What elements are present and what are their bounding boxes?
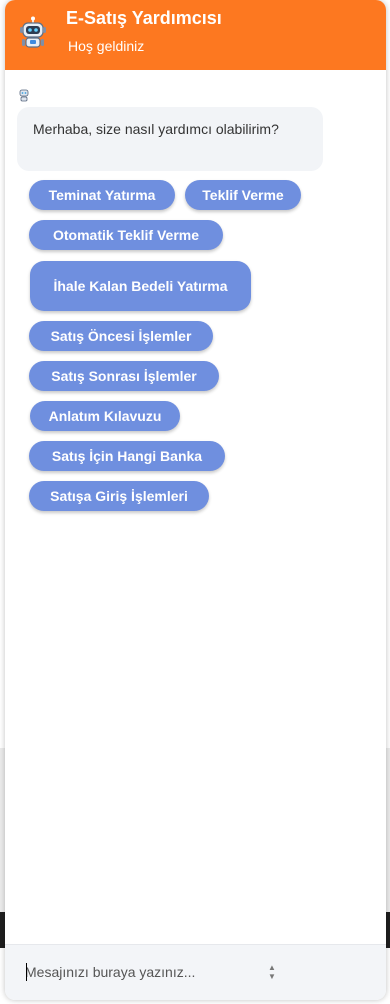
quick-reply-satis-sonrasi-islemler[interactable]: Satış Sonrası İşlemler — [29, 361, 219, 391]
bot-message-text: Merhaba, size nasıl yardımcı olabilirim? — [33, 121, 279, 137]
quick-reply-satisa-giris-islemleri[interactable]: Satışa Giriş İşlemleri — [29, 481, 209, 511]
quick-reply-satis-icin-hangi-banka[interactable]: Satış İçin Hangi Banka — [29, 441, 225, 471]
quick-reply-anlatim-kilavuzu[interactable]: Anlatım Kılavuzu — [30, 401, 180, 431]
chat-widget: E-Satış Yardımcısı Hoş geldiniz Merhaba,… — [5, 0, 386, 1000]
message-list[interactable]: Merhaba, size nasıl yardımcı olabilirim?… — [5, 70, 386, 944]
quick-reply-satis-oncesi-islemler[interactable]: Satış Öncesi İşlemler — [29, 321, 213, 351]
quick-reply-teminat-yatirma[interactable]: Teminat Yatırma — [29, 180, 175, 210]
text-caret — [26, 963, 27, 981]
message-composer: ▲ ▼ — [5, 944, 386, 1000]
message-input[interactable] — [25, 958, 255, 986]
bot-message-icon — [19, 89, 29, 102]
robot-icon — [20, 16, 46, 48]
quick-reply-otomatik-teklif-verme[interactable]: Otomatik Teklif Verme — [29, 220, 223, 250]
bot-message-bubble: Merhaba, size nasıl yardımcı olabilirim? — [17, 107, 323, 171]
quick-reply-ihale-kalan-bedeli-yatirma[interactable]: İhale Kalan Bedeli Yatırma — [30, 261, 251, 311]
chat-subtitle: Hoş geldiniz — [68, 38, 145, 54]
arrow-down-icon: ▼ — [268, 972, 276, 981]
chat-header: E-Satış Yardımcısı Hoş geldiniz — [5, 0, 386, 70]
up-down-arrows-icon[interactable]: ▲ ▼ — [265, 962, 279, 982]
chat-title: E-Satış Yardımcısı — [66, 8, 222, 28]
arrow-up-icon: ▲ — [268, 963, 276, 972]
quick-reply-teklif-verme[interactable]: Teklif Verme — [185, 180, 301, 210]
